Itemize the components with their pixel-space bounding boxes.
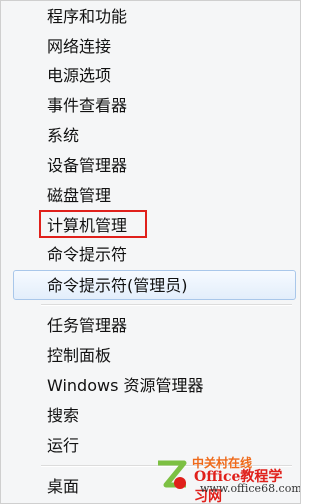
menu-item-command-prompt-admin[interactable]: 命令提示符(管理员) — [13, 270, 296, 300]
site-watermark: 中关村在线 Office教程学习网 www.office68.com — [154, 451, 300, 503]
menu-item-label: 运行 — [47, 436, 80, 455]
menu-item-label: 事件查看器 — [47, 96, 128, 115]
menu-separator — [41, 304, 292, 306]
menu-item-label: 搜索 — [47, 406, 80, 425]
menu-item-label: 电源选项 — [47, 66, 112, 85]
menu-item-label: 桌面 — [47, 477, 80, 496]
menu-item-label: Windows 资源管理器 — [47, 376, 204, 395]
watermark-url: www.office68.com — [200, 482, 301, 495]
watermark-logo-icon — [158, 460, 187, 489]
menu-item-label: 命令提示符 — [47, 245, 128, 264]
context-menu: 程序和功能 网络连接 电源选项 事件查看器 系统 设备管理器 磁盘管理 计算机管… — [0, 0, 301, 504]
menu-item-label: 系统 — [47, 126, 80, 145]
menu-item-label: 磁盘管理 — [47, 186, 112, 205]
menu-item-label: 任务管理器 — [47, 316, 128, 335]
menu-item-label: 网络连接 — [47, 37, 112, 56]
menu-item-label: 计算机管理 — [47, 216, 128, 235]
menu-item-label: 控制面板 — [47, 346, 112, 365]
menu-item-label: 命令提示符(管理员) — [47, 276, 188, 295]
menu-item-computer-management[interactable]: 计算机管理 — [39, 210, 147, 238]
menu-item-label: 程序和功能 — [47, 7, 128, 26]
menu-item-label: 设备管理器 — [47, 156, 128, 175]
